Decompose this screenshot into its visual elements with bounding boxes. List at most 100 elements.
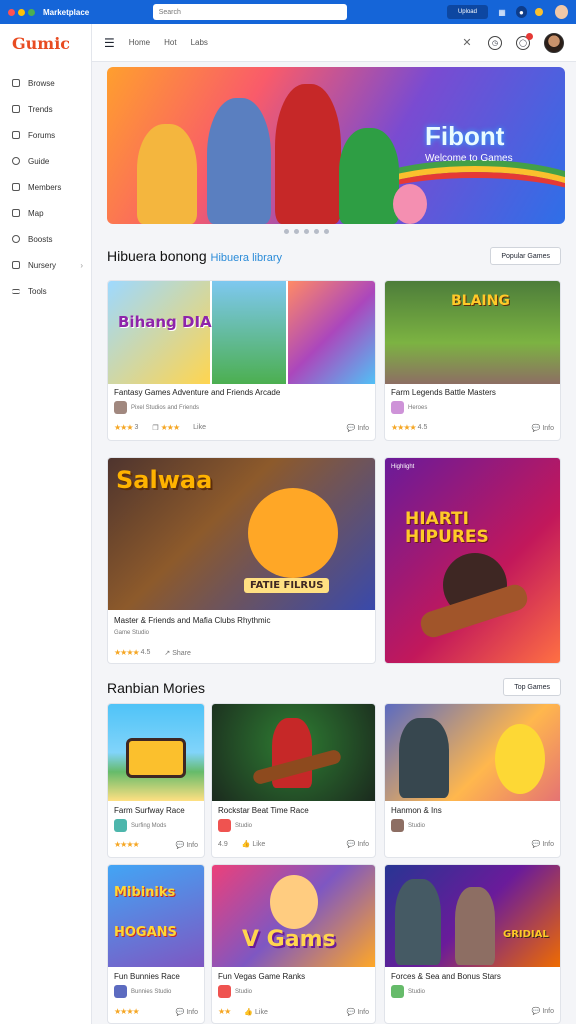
grid-icon[interactable]: ▦ bbox=[496, 6, 507, 18]
grid-card-1[interactable]: Farm Surfway Race Surfing Mods ★★★★ 💬 Inf… bbox=[107, 703, 205, 858]
author-avatar bbox=[391, 819, 404, 832]
notification-icon[interactable]: ● bbox=[515, 6, 528, 18]
sidebar-item-boosts[interactable]: Boosts bbox=[0, 226, 91, 252]
card-author: Bunnies Studio bbox=[114, 985, 171, 998]
upload-button[interactable]: Upload bbox=[446, 5, 489, 19]
comment-icon[interactable]: 💬 Info bbox=[176, 1008, 198, 1016]
sidebar-item-label: Nursery bbox=[28, 260, 57, 270]
grid-card-5[interactable]: V Gams Fun Vegas Game Ranks Studio ★★ 👍 L… bbox=[211, 864, 376, 1024]
share-icon[interactable]: ↗ Share bbox=[164, 649, 191, 657]
carousel-dot[interactable] bbox=[294, 229, 299, 234]
maximize-window-dot[interactable] bbox=[28, 8, 35, 16]
card-title: Rockstar Beat Time Race bbox=[218, 806, 309, 815]
top-games-button[interactable]: Top Games bbox=[503, 678, 561, 696]
hero-title: Fibont bbox=[425, 121, 505, 151]
sidebar-item-forums[interactable]: Forums bbox=[0, 122, 91, 148]
trends-icon bbox=[12, 105, 20, 113]
mascot-figure bbox=[248, 488, 338, 578]
character-figure bbox=[270, 875, 318, 929]
carousel-dot[interactable] bbox=[314, 229, 319, 234]
close-window-dot[interactable] bbox=[8, 8, 15, 16]
thumb-title: GRIDIAL bbox=[503, 929, 549, 940]
nursery-icon bbox=[12, 261, 20, 269]
main-content: Fibont Welcome to Games Hibuera bonong H… bbox=[92, 62, 576, 1024]
carousel-dot[interactable] bbox=[284, 229, 289, 234]
featured-card-2[interactable]: BLAING Farm Legends Battle Masters Heroe… bbox=[384, 280, 561, 441]
comment-icon[interactable]: 💬 Info bbox=[347, 840, 369, 848]
author-avatar bbox=[114, 401, 127, 414]
minimize-window-dot[interactable] bbox=[18, 8, 25, 16]
card-thumbnail bbox=[108, 704, 204, 801]
grid-card-3[interactable]: Hanmon & Ins Studio 💬 Info bbox=[384, 703, 561, 858]
featured-card-1[interactable]: Bihang DIAMS Fantasy Games Adventure and… bbox=[107, 280, 376, 441]
character-figure bbox=[137, 124, 197, 224]
card-thumbnail bbox=[212, 704, 375, 801]
author-avatar bbox=[218, 985, 231, 998]
sidebar-item-trends[interactable]: Trends bbox=[0, 96, 91, 122]
card-title: Hanmon & Ins bbox=[391, 806, 442, 815]
card-meta: ★★★★ 💬 Info bbox=[114, 840, 198, 849]
close-icon[interactable]: ✕ bbox=[460, 36, 474, 50]
comment-icon[interactable]: 💬 Info bbox=[347, 424, 369, 432]
sidebar-item-guide[interactable]: Guide bbox=[0, 148, 91, 174]
sidebar-item-browse[interactable]: Browse bbox=[0, 70, 91, 96]
card-meta: 💬 Info bbox=[391, 840, 554, 848]
grid-card-4[interactable]: Mibiniks HOGANS Fun Bunnies Race Bunnies… bbox=[107, 864, 205, 1024]
big-card-1[interactable]: Salwaa FATIE FILRUS Master & Friends and… bbox=[107, 457, 376, 664]
rating-value: 4.9 bbox=[218, 840, 228, 848]
rating-stars: ★★★ bbox=[114, 423, 133, 432]
sidebar-item-tools[interactable]: Tools bbox=[0, 278, 91, 304]
section-title: Ranbian Mories bbox=[107, 680, 206, 696]
card-thumbnail: BLAING bbox=[385, 281, 560, 384]
comment-icon[interactable]: 💬 Info bbox=[347, 1008, 369, 1016]
thumb-art bbox=[212, 281, 286, 384]
search-input[interactable]: Search bbox=[152, 4, 347, 20]
card-title: Fun Vegas Game Ranks bbox=[218, 972, 306, 981]
card-title: Farm Surfway Race bbox=[114, 806, 185, 815]
like-count[interactable]: Like bbox=[193, 424, 206, 431]
avatar[interactable] bbox=[554, 5, 568, 19]
character-figure bbox=[275, 84, 341, 224]
clock-icon[interactable]: ◷ bbox=[488, 35, 502, 50]
popular-games-button[interactable]: Popular Games bbox=[490, 247, 561, 265]
grid-card-2[interactable]: Rockstar Beat Time Race Studio 4.9 👍 Like… bbox=[211, 703, 376, 858]
character-figure bbox=[495, 724, 545, 794]
bell-icon[interactable]: ◯ bbox=[516, 32, 533, 50]
like-button[interactable]: 👍 Like bbox=[242, 840, 266, 848]
thumb-title: V Gams bbox=[242, 927, 336, 952]
sidebar-item-map[interactable]: Map bbox=[0, 200, 91, 226]
browse-icon bbox=[12, 79, 20, 87]
card-thumbnail bbox=[385, 704, 560, 801]
comment-icon[interactable]: 💬 Info bbox=[532, 1007, 554, 1015]
tab-hot[interactable]: Hot bbox=[164, 38, 176, 47]
card-author: Studio bbox=[391, 985, 425, 998]
thumb-badge: FATIE FILRUS bbox=[244, 578, 330, 593]
card-meta: ★★★★ 4.5 💬 Info bbox=[391, 423, 554, 432]
user-avatar[interactable] bbox=[544, 32, 564, 53]
menu-icon[interactable]: ☰ bbox=[104, 36, 115, 50]
grid-card-6[interactable]: GRIDIAL Forces & Sea and Bonus Stars Stu… bbox=[384, 864, 561, 1024]
card-title: Farm Legends Battle Masters bbox=[391, 388, 496, 397]
card-meta: ★★★ 3 ❐ ★★★ Like 💬 Info bbox=[114, 423, 369, 432]
author-avatar bbox=[218, 819, 231, 832]
carousel-dot[interactable] bbox=[324, 229, 329, 234]
logo[interactable]: Gumic bbox=[0, 24, 91, 62]
sidebar-item-label: Members bbox=[28, 182, 62, 192]
character-figure bbox=[207, 98, 271, 224]
section-link[interactable]: Hibuera library bbox=[211, 252, 283, 264]
big-card-2[interactable]: Highlight HIARTI HIPURES bbox=[384, 457, 561, 664]
card-author: Studio bbox=[391, 819, 425, 832]
comment-icon[interactable]: 💬 Info bbox=[532, 840, 554, 848]
like-button[interactable]: 👍 Like bbox=[244, 1008, 268, 1016]
carousel-dot[interactable] bbox=[304, 229, 309, 234]
tab-home[interactable]: Home bbox=[129, 38, 150, 47]
card-author: Studio bbox=[218, 985, 252, 998]
card-title: Fantasy Games Adventure and Friends Arca… bbox=[114, 388, 281, 397]
comment-icon[interactable]: 💬 Info bbox=[176, 841, 198, 849]
hero-banner[interactable]: Fibont Welcome to Games bbox=[107, 67, 565, 224]
bookmark-icon[interactable]: ❐ ★★★ bbox=[152, 423, 180, 432]
sidebar-item-members[interactable]: Members bbox=[0, 174, 91, 200]
sidebar-item-nursery[interactable]: Nursery › bbox=[0, 252, 91, 278]
comment-icon[interactable]: 💬 Info bbox=[532, 424, 554, 432]
tab-labs[interactable]: Labs bbox=[191, 38, 208, 47]
